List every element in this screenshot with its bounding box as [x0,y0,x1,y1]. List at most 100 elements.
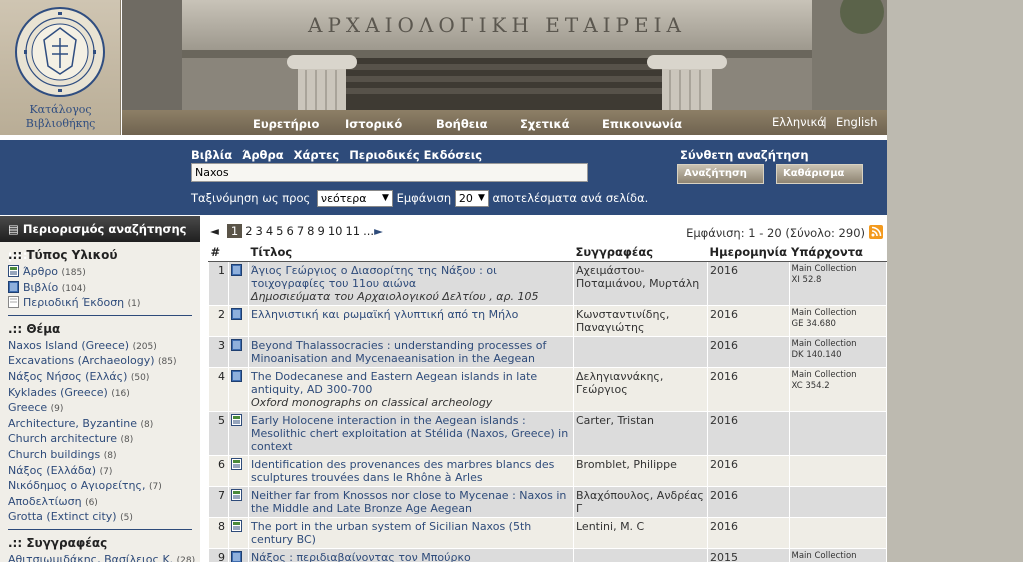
col-title[interactable]: Τίτλος [248,243,574,262]
search-input[interactable] [191,163,588,182]
tab-books[interactable]: Βιβλία [191,148,232,162]
page-link[interactable]: 5 [276,224,283,238]
page-link[interactable]: 8 [307,224,314,238]
page-link[interactable]: 7 [297,224,304,238]
table-row[interactable]: 4 The Dodecanese and Eastern Aegean islan… [208,366,887,412]
header-banner: ΑΡΧΑΙΟΛΟΓΙΚΗ ΕΤΑΙΡΕΙΑ [122,0,887,110]
facet-item-subject[interactable]: Naxos Island (Greece) (205) [8,339,192,355]
table-row[interactable]: 6 Identification des provenances des marb… [208,454,887,487]
facet-item-subject[interactable]: Νικόδημος ο Αγιορείτης, (7) [8,479,192,495]
facet-item-subject[interactable]: Νάξος Νήσος (Ελλάς) (50) [8,370,192,386]
per-page-select[interactable]: 20 ▼ [454,190,489,207]
facet-item-subject[interactable]: Kyklades (Greece) (16) [8,386,192,402]
search-button[interactable]: Αναζήτηση [677,164,764,184]
row-title-cell[interactable]: The Dodecanese and Eastern Aegean island… [248,366,574,412]
page-link[interactable]: 2 [245,224,252,238]
prev-page-icon[interactable]: ◄ [210,224,219,238]
row-title-link[interactable]: Early Holocene interaction in the Aegean… [251,414,571,453]
col-author[interactable]: Συγγραφέας [573,243,708,262]
library-logo[interactable]: Κατάλογος Βιβλιοθήκης [0,0,121,135]
row-holdings [788,454,887,487]
nav-history[interactable]: Ιστορικό [345,117,402,131]
table-row[interactable]: 1 Άγιος Γεώργιος ο Διασορίτης της Νάξου :… [208,260,887,306]
nav-index[interactable]: Ευρετήριο [253,117,319,131]
rss-icon[interactable] [869,225,883,239]
nav-contact[interactable]: Επικοινωνία [602,117,682,131]
row-title-cell[interactable]: Άγιος Γεώργιος ο Διασορίτης της Νάξου : … [248,260,574,306]
row-title-link[interactable]: Άγιος Γεώργιος ο Διασορίτης της Νάξου : … [251,264,571,290]
table-row[interactable]: 8 The port in the urban system of Sicilia… [208,516,887,549]
facet-item-periodical[interactable]: Περιοδική Έκδοση (1) [8,296,192,312]
page-link[interactable]: 11 [345,224,360,238]
row-title-cell[interactable]: Beyond Thalassocracies : understanding p… [248,335,574,368]
table-row[interactable]: 7 Neither far from Knossos nor close to M… [208,485,887,518]
facet-authors-title: .:: Συγγραφέας [8,535,108,550]
tab-periodicals[interactable]: Περιοδικές Εκδόσεις [349,148,482,162]
facet-item-subject[interactable]: Αποδελτίωση (6) [8,495,192,511]
row-title-link[interactable]: Ελληνιστική και ρωμαϊκή γλυπτική από τη … [251,308,571,321]
holding-collection: Main Collection [791,263,857,274]
advanced-search-link[interactable]: Σύνθετη αναζήτηση [680,148,809,162]
nav-help[interactable]: Βοήθεια [436,117,488,131]
row-title-cell[interactable]: Neither far from Knossos nor close to My… [248,485,574,518]
tab-articles[interactable]: Άρθρα [242,148,283,162]
facet-item-subject[interactable]: Grotta (Extinct city) (5) [8,510,192,526]
sort-select[interactable]: νεότερα ▼ [316,190,393,207]
row-title-cell[interactable]: Identification des provenances des marbr… [248,454,574,487]
facet-item-subject[interactable]: Church architecture (8) [8,432,192,448]
table-row[interactable]: 2 Ελληνιστική και ρωμαϊκή γλυπτική από τη… [208,304,887,337]
table-row[interactable]: 9 Νάξος : περιδιαβαίνοντας τον Μπούρκο 201… [208,547,887,562]
facet-label: Περιοδική Έκδοση [23,296,125,310]
row-author: Bromblet, Philippe [573,454,708,487]
lang-english[interactable]: English [836,115,878,129]
row-title-cell[interactable]: Ελληνιστική και ρωμαϊκή γλυπτική από τη … [248,304,574,337]
row-holdings: Main Collection [788,547,887,562]
show-label: Εμφάνιση [396,191,452,205]
results-table: # Τίτλος Συγγραφέας Ημερομηνία Υπάρχοντα… [208,243,887,562]
row-title-link[interactable]: The Dodecanese and Eastern Aegean island… [251,370,571,396]
facet-item-subject[interactable]: Church buildings (8) [8,448,192,464]
page-link[interactable]: 4 [266,224,273,238]
facet-label: Νικόδημος ο Αγιορείτης, [8,479,146,493]
row-title-cell[interactable]: The port in the urban system of Sicilian… [248,516,574,549]
facet-authors: .:: Συγγραφέας Αθιτσιωμιδάκης, Βασίλειος… [8,535,195,562]
page-link[interactable]: 10 [328,224,343,238]
facet-item-author[interactable]: Αθιτσιωμιδάκης, Βασίλειος Κ. (28) [8,552,195,562]
facet-item-subject[interactable]: Excavations (Archaeology) (85) [8,354,192,370]
table-row[interactable]: 5 Early Holocene interaction in the Aegea… [208,410,887,456]
facet-label: Άρθρο [23,265,59,278]
facet-count: (8) [120,435,134,446]
row-title-link[interactable]: Beyond Thalassocracies : understanding p… [251,339,571,365]
row-title-link[interactable]: Νάξος : περιδιαβαίνοντας τον Μπούρκο [251,551,571,562]
facet-item-subject[interactable]: Architecture, Byzantine (8) [8,417,192,433]
lang-greek[interactable]: Ελληνικά [772,115,825,129]
facet-subject: .:: Θέμα Naxos Island (Greece) (205) Exca… [8,322,192,526]
row-title-link[interactable]: The port in the urban system of Sicilian… [251,520,571,546]
col-date[interactable]: Ημερομηνία [707,243,789,262]
clear-button[interactable]: Καθάρισμα [776,164,863,184]
page-link[interactable]: 9 [317,224,324,238]
facet-item-article[interactable]: Άρθρο (185) [8,265,192,281]
facet-label: Church architecture [8,432,117,446]
periodical-icon [8,296,19,309]
facet-count: (7) [99,466,113,477]
nav-about[interactable]: Σχετικά [520,117,570,131]
facet-item-subject[interactable]: Νάξος (Ελλάδα) (7) [8,464,192,480]
tab-maps[interactable]: Χάρτες [294,148,340,162]
facet-item-subject[interactable]: Greece (9) [8,401,192,417]
pagination: ◄ 1 2 3 4 5 6 7 8 9 10 11 ...► [210,224,383,238]
facet-item-book[interactable]: Βιβλίο (104) [8,280,192,297]
next-page-icon[interactable]: ► [374,224,383,238]
facet-label: Αθιτσιωμιδάκης, Βασίλειος Κ. [8,552,174,562]
row-title-cell[interactable]: Early Holocene interaction in the Aegean… [248,410,574,456]
book-icon [228,547,249,562]
row-holdings [788,485,887,518]
divider [8,314,192,316]
page-link[interactable]: 3 [256,224,263,238]
row-title-link[interactable]: Identification des provenances des marbr… [251,458,571,484]
search-panel: Βιβλία Άρθρα Χάρτες Περιοδικές Εκδόσεις … [0,140,887,215]
row-title-cell[interactable]: Νάξος : περιδιαβαίνοντας τον Μπούρκο [248,547,574,562]
page-link[interactable]: 6 [287,224,294,238]
row-title-link[interactable]: Neither far from Knossos nor close to My… [251,489,571,515]
table-row[interactable]: 3 Beyond Thalassocracies : understanding … [208,335,887,368]
